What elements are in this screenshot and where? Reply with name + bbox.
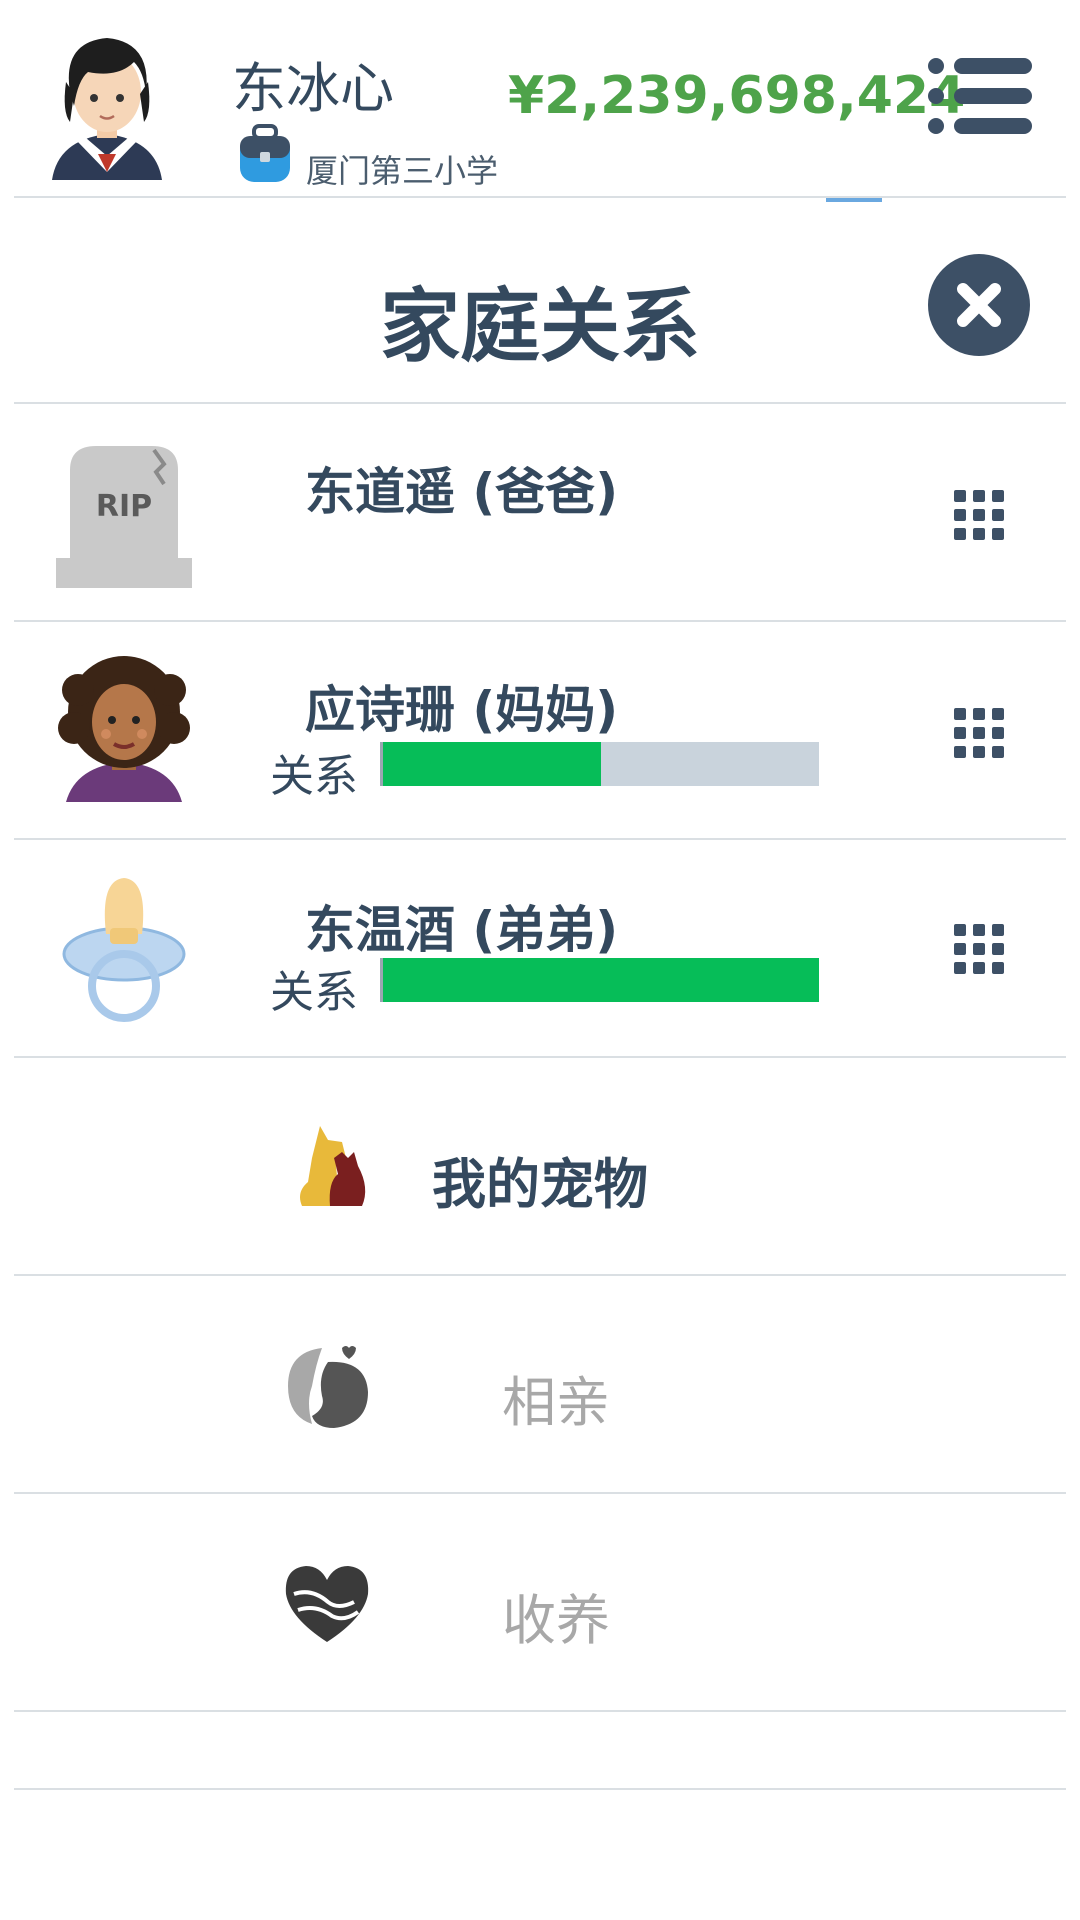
divider	[14, 838, 1066, 840]
divider	[14, 196, 1066, 198]
relationship-bar	[380, 958, 819, 1002]
menu-list-icon	[928, 58, 1032, 134]
relationship-bar-fill	[383, 742, 601, 786]
adopt-button[interactable]: 收养	[14, 1494, 1066, 1708]
player-avatar[interactable]	[48, 22, 166, 180]
relationship-bar-fill	[383, 958, 819, 1002]
family-member-menu-button[interactable]	[954, 708, 1004, 758]
pets-icon	[290, 1122, 380, 1212]
menu-button[interactable]	[928, 58, 1032, 134]
school-bag-icon	[236, 124, 294, 184]
player-name: 东冰心	[232, 57, 394, 120]
relationship-label: 关系	[270, 751, 358, 802]
adopt-heart-icon	[282, 1558, 372, 1648]
family-member-name: 应诗珊 (妈妈)	[305, 681, 619, 739]
close-button[interactable]	[928, 254, 1030, 356]
tombstone-rip-text: RIP	[96, 489, 152, 524]
grid-dots-icon	[954, 490, 1004, 540]
money-balance: ¥2,239,698,424	[508, 66, 966, 126]
family-member-menu-button[interactable]	[954, 924, 1004, 974]
couple-icon	[282, 1342, 372, 1432]
blind-date-label: 相亲	[502, 1371, 610, 1434]
divider	[14, 1788, 1066, 1790]
divider	[14, 402, 1066, 404]
close-icon	[957, 283, 1001, 327]
blind-date-button[interactable]: 相亲	[14, 1276, 1066, 1490]
divider	[14, 1710, 1066, 1712]
relationship-bar	[380, 742, 819, 786]
family-member-menu-button[interactable]	[954, 490, 1004, 540]
mother-avatar-icon	[56, 656, 192, 804]
tab-indicator	[826, 198, 882, 202]
grid-dots-icon	[954, 708, 1004, 758]
pacifier-icon	[56, 874, 192, 1022]
page-title: 家庭关系	[380, 280, 700, 373]
adopt-label: 收养	[502, 1589, 610, 1652]
school-name: 厦门第三小学	[306, 152, 499, 190]
my-pets-button[interactable]: 我的宠物	[14, 1058, 1066, 1272]
grid-dots-icon	[954, 924, 1004, 974]
divider	[14, 620, 1066, 622]
relationship-label: 关系	[270, 967, 358, 1018]
tombstone-icon: RIP	[56, 440, 192, 588]
family-member-name: 东道遥 (爸爸)	[305, 463, 619, 521]
family-member-name: 东温酒 (弟弟)	[305, 901, 619, 959]
my-pets-label: 我的宠物	[432, 1153, 648, 1216]
